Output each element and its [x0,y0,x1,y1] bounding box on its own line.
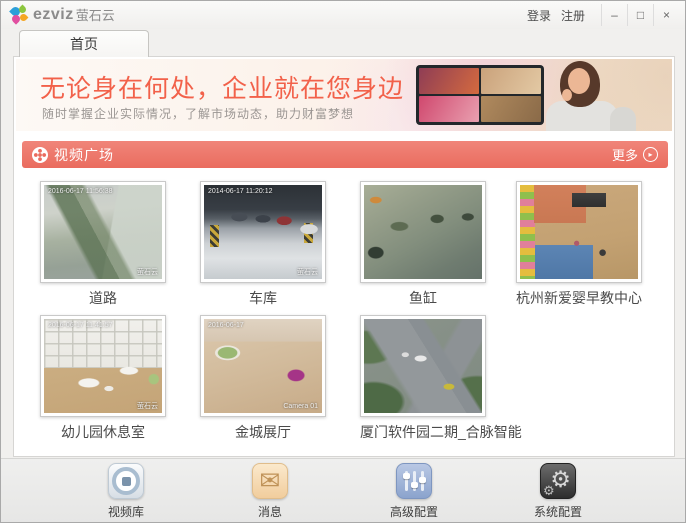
timestamp-overlay: 2014-06-17 11:20:12 [208,188,272,195]
titlebar: ezviz 萤石云 登录 注册 – □ × [1,1,685,29]
gear-icon: ⚙ ⚙ [540,463,576,499]
video-preview-kindergarten: 2016-06-17 11:41:57 萤石云 [44,319,162,413]
register-link[interactable]: 注册 [561,7,585,24]
video-preview-intersection [364,319,482,413]
video-thumbnail-intersection[interactable]: 厦门软件园二期_合脉智能 [360,315,486,442]
woman-graphic [532,61,662,131]
message-envelope-icon: ✉ [252,463,288,499]
maximize-button[interactable]: □ [627,4,653,26]
surveillance-monitor-graphic [416,65,544,125]
video-thumbnail-kindergarten[interactable]: 2016-06-17 11:41:57 萤石云 幼儿园休息室 [40,315,166,442]
video-square-bar: 视频广场 更多 ▸ [22,141,668,168]
video-label: 幼儿园休息室 [40,422,166,442]
video-thumbnail-garage[interactable]: 2014-06-17 11:20:12 萤石云 车库 [200,181,326,308]
window-buttons: – □ × [601,4,679,26]
section-title: 视频广场 [54,145,114,165]
bottom-toolbar: 视频库 ✉ 消息 高级配置 ⚙ ⚙ 系统配置 [1,458,685,523]
toolbar-item-video-library[interactable]: 视频库 [54,459,198,523]
video-preview-garage: 2014-06-17 11:20:12 萤石云 [204,185,322,279]
video-library-icon [108,463,144,499]
timestamp-overlay: 2016-06-17 [208,322,244,329]
tab-home[interactable]: 首页 [19,30,149,57]
video-thumbnail-daycare[interactable]: 杭州新爱婴早教中心 [516,181,642,308]
tab-home-label: 首页 [70,34,98,54]
video-thumbnail-showroom[interactable]: 2016-06-17 Camera 01 金城展厅 [200,315,326,442]
toolbar-label: 系统配置 [534,503,582,520]
close-button[interactable]: × [653,4,679,26]
promo-banner[interactable]: 无论身在何处，企业就在您身边 随时掌握企业实际情况，了解市场动态，助力财富梦想 [16,59,672,131]
timestamp-overlay: 2016-06-17 11:41:57 [48,322,112,329]
video-label: 道路 [40,288,166,308]
video-thumbnail-fishtank[interactable]: 鱼缸 [360,181,486,308]
logo-brand-text: ezviz [33,6,74,24]
more-label: 更多 [612,145,638,164]
watermark-overlay: 萤石云 [137,403,158,410]
timestamp-overlay: 2016-06-17 11:56:38 [48,188,112,195]
toolbar-label: 消息 [258,503,282,520]
video-preview-daycare [520,185,638,279]
more-link[interactable]: 更多 ▸ [612,145,658,164]
video-preview-showroom: 2016-06-17 Camera 01 [204,319,322,413]
sliders-icon [396,463,432,499]
watermark-overlay: 萤石云 [137,269,158,276]
video-label: 金城展厅 [200,422,326,442]
toolbar-item-messages[interactable]: ✉ 消息 [198,459,342,523]
ezviz-logo: ezviz 萤石云 [11,5,115,24]
film-reel-icon [32,147,48,163]
video-label: 鱼缸 [360,288,486,308]
watermark-overlay: 萤石云 [297,269,318,276]
video-preview-fishtank [364,185,482,279]
toolbar-item-system-config[interactable]: ⚙ ⚙ 系统配置 [486,459,630,523]
video-preview-road: 2016-06-17 11:56:38 萤石云 [44,185,162,279]
toolbar-item-advanced-config[interactable]: 高级配置 [342,459,486,523]
app-window: ezviz 萤石云 登录 注册 – □ × 首页 无论身在何处，企业就在您身边 … [0,0,686,523]
camera-label-overlay: Camera 01 [283,403,318,410]
banner-subtitle: 随时掌握企业实际情况，了解市场动态，助力财富梦想 [42,105,354,122]
content-panel: 无论身在何处，企业就在您身边 随时掌握企业实际情况，了解市场动态，助力财富梦想 … [13,56,675,457]
video-label: 车库 [200,288,326,308]
minimize-button[interactable]: – [601,4,627,26]
video-label: 杭州新爱婴早教中心 [516,288,642,308]
video-thumbnail-road[interactable]: 2016-06-17 11:56:38 萤石云 道路 [40,181,166,308]
toolbar-label: 视频库 [108,503,144,520]
banner-headline: 无论身在何处，企业就在您身边 [40,69,404,105]
login-link[interactable]: 登录 [527,7,551,24]
toolbar-label: 高级配置 [390,503,438,520]
logo-flower-icon [11,6,29,24]
arrow-circle-icon: ▸ [643,147,658,162]
video-label: 厦门软件园二期_合脉智能 [360,422,486,442]
titlebar-controls: 登录 注册 – □ × [527,1,679,29]
logo-suffix-text: 萤石云 [76,5,115,24]
